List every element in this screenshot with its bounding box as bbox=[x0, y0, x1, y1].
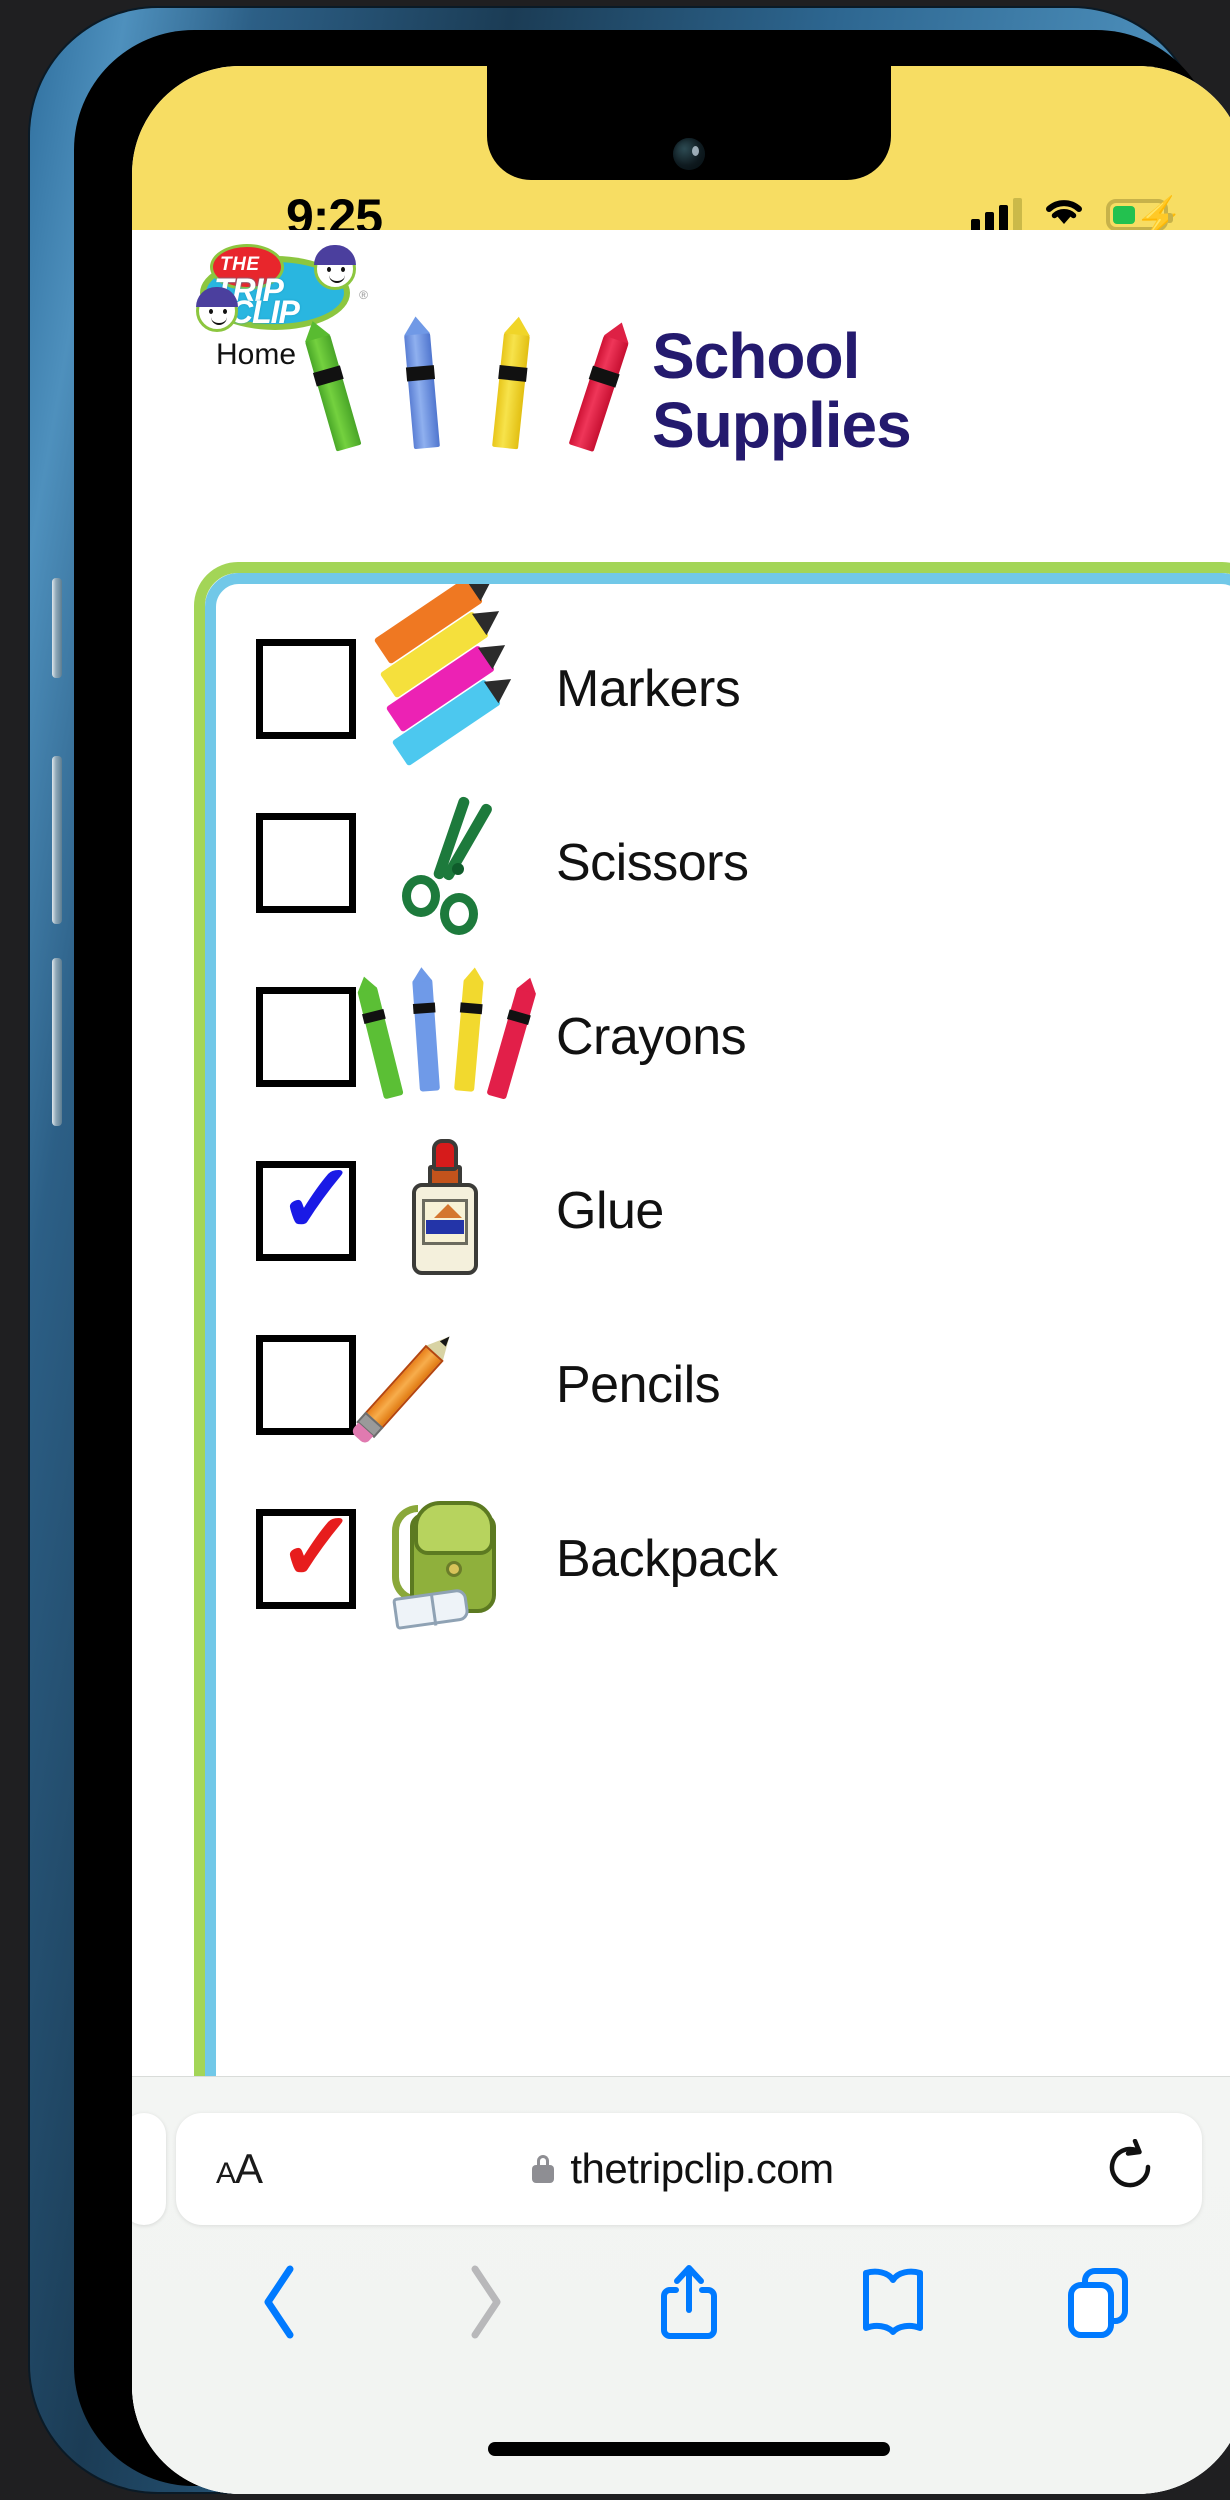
list-item[interactable]: Markers bbox=[238, 584, 1230, 776]
lock-icon bbox=[532, 2155, 555, 2183]
phone-bezel: 9:25 ⚡ THE TRIP CLIP ® Home School Suppl… bbox=[74, 30, 1230, 2494]
item-label: Pencils bbox=[556, 1356, 721, 1414]
item-label: Glue bbox=[556, 1182, 664, 1240]
check-mark-icon: ✓ bbox=[277, 1146, 358, 1253]
text-size-button[interactable]: AA bbox=[216, 2145, 263, 2193]
checkbox-pencils[interactable] bbox=[256, 1335, 356, 1435]
logo-boy-face-icon bbox=[314, 245, 356, 290]
checkbox-backpack[interactable]: ✓ bbox=[256, 1500, 357, 1609]
notch bbox=[487, 66, 891, 180]
registered-mark: ® bbox=[359, 288, 368, 302]
phone-frame: 9:25 ⚡ THE TRIP CLIP ® Home School Suppl… bbox=[30, 8, 1230, 2494]
status-bar: 9:25 ⚡ bbox=[132, 66, 1230, 245]
list-item[interactable]: ✓ Glue bbox=[238, 1124, 1230, 1298]
bookmarks-icon[interactable] bbox=[847, 2256, 939, 2348]
checkbox-scissors[interactable] bbox=[256, 813, 356, 913]
list-item[interactable]: Scissors bbox=[238, 776, 1230, 950]
mute-switch[interactable] bbox=[52, 578, 62, 678]
url-text: thetripclip.com bbox=[570, 2145, 834, 2192]
battery-charging-icon: ⚡ bbox=[1106, 198, 1184, 238]
markers-image bbox=[373, 584, 514, 767]
back-chevron-icon[interactable] bbox=[234, 2256, 326, 2348]
crayons-illustration bbox=[304, 328, 630, 453]
checkbox-crayons[interactable] bbox=[256, 987, 356, 1087]
tabs-icon[interactable] bbox=[1052, 2256, 1144, 2348]
phone-screen: 9:25 ⚡ THE TRIP CLIP ® Home School Suppl… bbox=[132, 66, 1230, 2494]
forward-chevron-icon bbox=[439, 2256, 531, 2348]
glue-bottle-image bbox=[374, 1137, 514, 1285]
volume-down-button[interactable] bbox=[52, 958, 62, 1126]
cellular-signal-icon bbox=[971, 197, 1022, 232]
backpack-image bbox=[374, 1485, 514, 1633]
item-label: Crayons bbox=[556, 1008, 747, 1066]
logo-word-clip: CLIP bbox=[230, 294, 300, 330]
front-camera-icon bbox=[673, 138, 705, 170]
checkbox-markers[interactable] bbox=[256, 639, 356, 739]
item-label: Backpack bbox=[556, 1530, 778, 1588]
safari-bottom-bar: AA thetripclip.com bbox=[132, 2076, 1230, 2494]
wifi-icon bbox=[1044, 196, 1084, 233]
crayons-image bbox=[357, 963, 537, 1111]
item-label: Scissors bbox=[556, 834, 749, 892]
the-trip-clip-logo: THE TRIP CLIP ® bbox=[194, 242, 368, 334]
home-indicator bbox=[488, 2442, 890, 2456]
logo-girl-face-icon bbox=[196, 287, 238, 332]
site-logo-link[interactable]: THE TRIP CLIP ® bbox=[194, 242, 368, 334]
share-icon[interactable] bbox=[643, 2256, 735, 2348]
item-label: Markers bbox=[556, 660, 741, 718]
adjacent-tab-peek[interactable] bbox=[132, 2113, 166, 2225]
scissors-image bbox=[374, 789, 514, 937]
pencil-image bbox=[350, 1311, 514, 1459]
home-link[interactable]: Home bbox=[216, 338, 296, 372]
checkbox-glue[interactable]: ✓ bbox=[256, 1152, 357, 1261]
list-item[interactable]: Pencils bbox=[238, 1298, 1230, 1472]
volume-up-button[interactable] bbox=[52, 756, 62, 924]
list-item[interactable]: ✓ Backpack bbox=[238, 1472, 1230, 1646]
address-bar[interactable]: AA thetripclip.com bbox=[176, 2113, 1202, 2225]
page-title: School Supplies bbox=[652, 320, 912, 462]
screenshot-root: 9:25 ⚡ THE TRIP CLIP ® Home School Suppl… bbox=[0, 0, 1230, 2500]
browser-toolbar bbox=[132, 2242, 1230, 2362]
checklist: Markers Scissors Crayons ✓ Glue Pencils … bbox=[238, 584, 1230, 1646]
status-icons: ⚡ bbox=[971, 196, 1184, 238]
check-mark-icon: ✓ bbox=[277, 1494, 358, 1601]
reload-icon[interactable] bbox=[1104, 2138, 1156, 2200]
list-item[interactable]: Crayons bbox=[238, 950, 1230, 1124]
